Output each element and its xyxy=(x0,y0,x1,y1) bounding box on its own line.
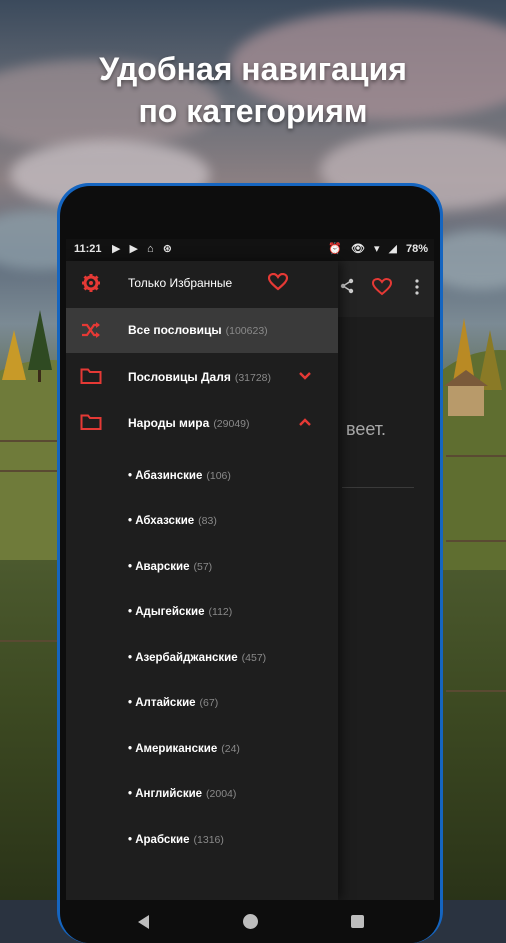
subcategory-item[interactable]: • Абазинские (106) xyxy=(128,470,231,482)
phone-screen: 11:21 ▶ ▶ ⌂ ⊛ ⏰ 👁 ▾ ◢ 78% веет. Только И… xyxy=(66,239,434,900)
notification-icons: ▶ ▶ ⌂ ⊛ xyxy=(112,243,175,255)
drawer-item-favorites[interactable]: Только Избранные xyxy=(66,261,338,306)
all-proverbs-count: (100623) xyxy=(225,325,268,337)
folder-icon xyxy=(80,413,102,433)
headline-line-1: Удобная навигация xyxy=(99,51,407,87)
phone-body: 11:21 ▶ ▶ ⌂ ⊛ ⏰ 👁 ▾ ◢ 78% веет. Только И… xyxy=(60,186,440,943)
drawer-item-all-proverbs[interactable]: Все пословицы (100623) xyxy=(66,308,338,353)
more-vert-icon[interactable] xyxy=(414,278,420,301)
subcategory-count: (2004) xyxy=(206,788,237,800)
subcategory-item[interactable]: • Абхазские (83) xyxy=(128,515,217,527)
subcategory-item[interactable]: • Английские (2004) xyxy=(128,788,236,800)
chevron-down-icon[interactable] xyxy=(299,368,311,383)
drawer-item-peoples[interactable]: Народы мира (29049) xyxy=(66,401,338,446)
content-divider xyxy=(342,487,414,488)
system-icons: ⏰ 👁 ▾ ◢ xyxy=(328,243,400,255)
subcategory-count: (24) xyxy=(221,743,240,755)
heart-icon[interactable] xyxy=(267,272,289,296)
proverb-text-fragment: веет. xyxy=(346,419,387,439)
battery-level: 78% xyxy=(405,243,428,255)
subcategory-count: (67) xyxy=(199,697,219,709)
home-icon[interactable] xyxy=(243,914,258,929)
headline: Удобная навигация по категориям xyxy=(0,48,506,132)
subcategory-count: (112) xyxy=(208,606,233,618)
headline-line-2: по категориям xyxy=(138,93,368,129)
recents-icon[interactable] xyxy=(351,915,364,928)
share-icon[interactable] xyxy=(338,277,356,300)
shuffle-icon xyxy=(80,320,102,340)
peoples-label: Народы мира (29049) xyxy=(128,416,250,430)
chevron-up-icon[interactable] xyxy=(299,414,311,429)
subcategory-item[interactable]: • Азербайджанские (457) xyxy=(128,652,266,664)
status-time: 11:21 xyxy=(74,243,102,255)
system-nav-bar xyxy=(66,900,434,943)
subcategory-item[interactable]: • Арабские (1316) xyxy=(128,834,224,846)
gear-icon xyxy=(80,273,102,293)
all-proverbs-label: Все пословицы (100623) xyxy=(128,323,268,337)
status-bar: 11:21 ▶ ▶ ⌂ ⊛ ⏰ 👁 ▾ ◢ 78% xyxy=(66,239,434,261)
subcategory-count: (83) xyxy=(198,515,217,527)
phone-frame: 11:21 ▶ ▶ ⌂ ⊛ ⏰ 👁 ▾ ◢ 78% веет. Только И… xyxy=(57,183,443,943)
folder-icon xyxy=(80,367,102,387)
peoples-count: (29049) xyxy=(213,418,250,430)
favorites-label: Только Избранные xyxy=(128,276,233,290)
dal-label: Пословицы Даля (31728) xyxy=(128,370,272,384)
subcategory-item[interactable]: • Аварские (57) xyxy=(128,561,212,573)
subcategory-count: (1316) xyxy=(193,834,224,846)
dal-count: (31728) xyxy=(234,372,272,384)
subcategory-item[interactable]: • Адыгейские (112) xyxy=(128,606,232,618)
subcategory-item[interactable]: • Американские (24) xyxy=(128,743,240,755)
subcategory-count: (57) xyxy=(193,561,213,573)
subcategory-count: (457) xyxy=(241,652,267,664)
favorite-icon[interactable] xyxy=(371,277,393,301)
drawer-item-dal[interactable]: Пословицы Даля (31728) xyxy=(66,355,338,400)
subcategory-item[interactable]: • Алтайские (67) xyxy=(128,697,218,709)
back-icon[interactable] xyxy=(138,915,149,929)
navigation-drawer: Только Избранные Все пословицы(100623) xyxy=(66,261,338,900)
subcategory-count: (106) xyxy=(206,470,231,482)
